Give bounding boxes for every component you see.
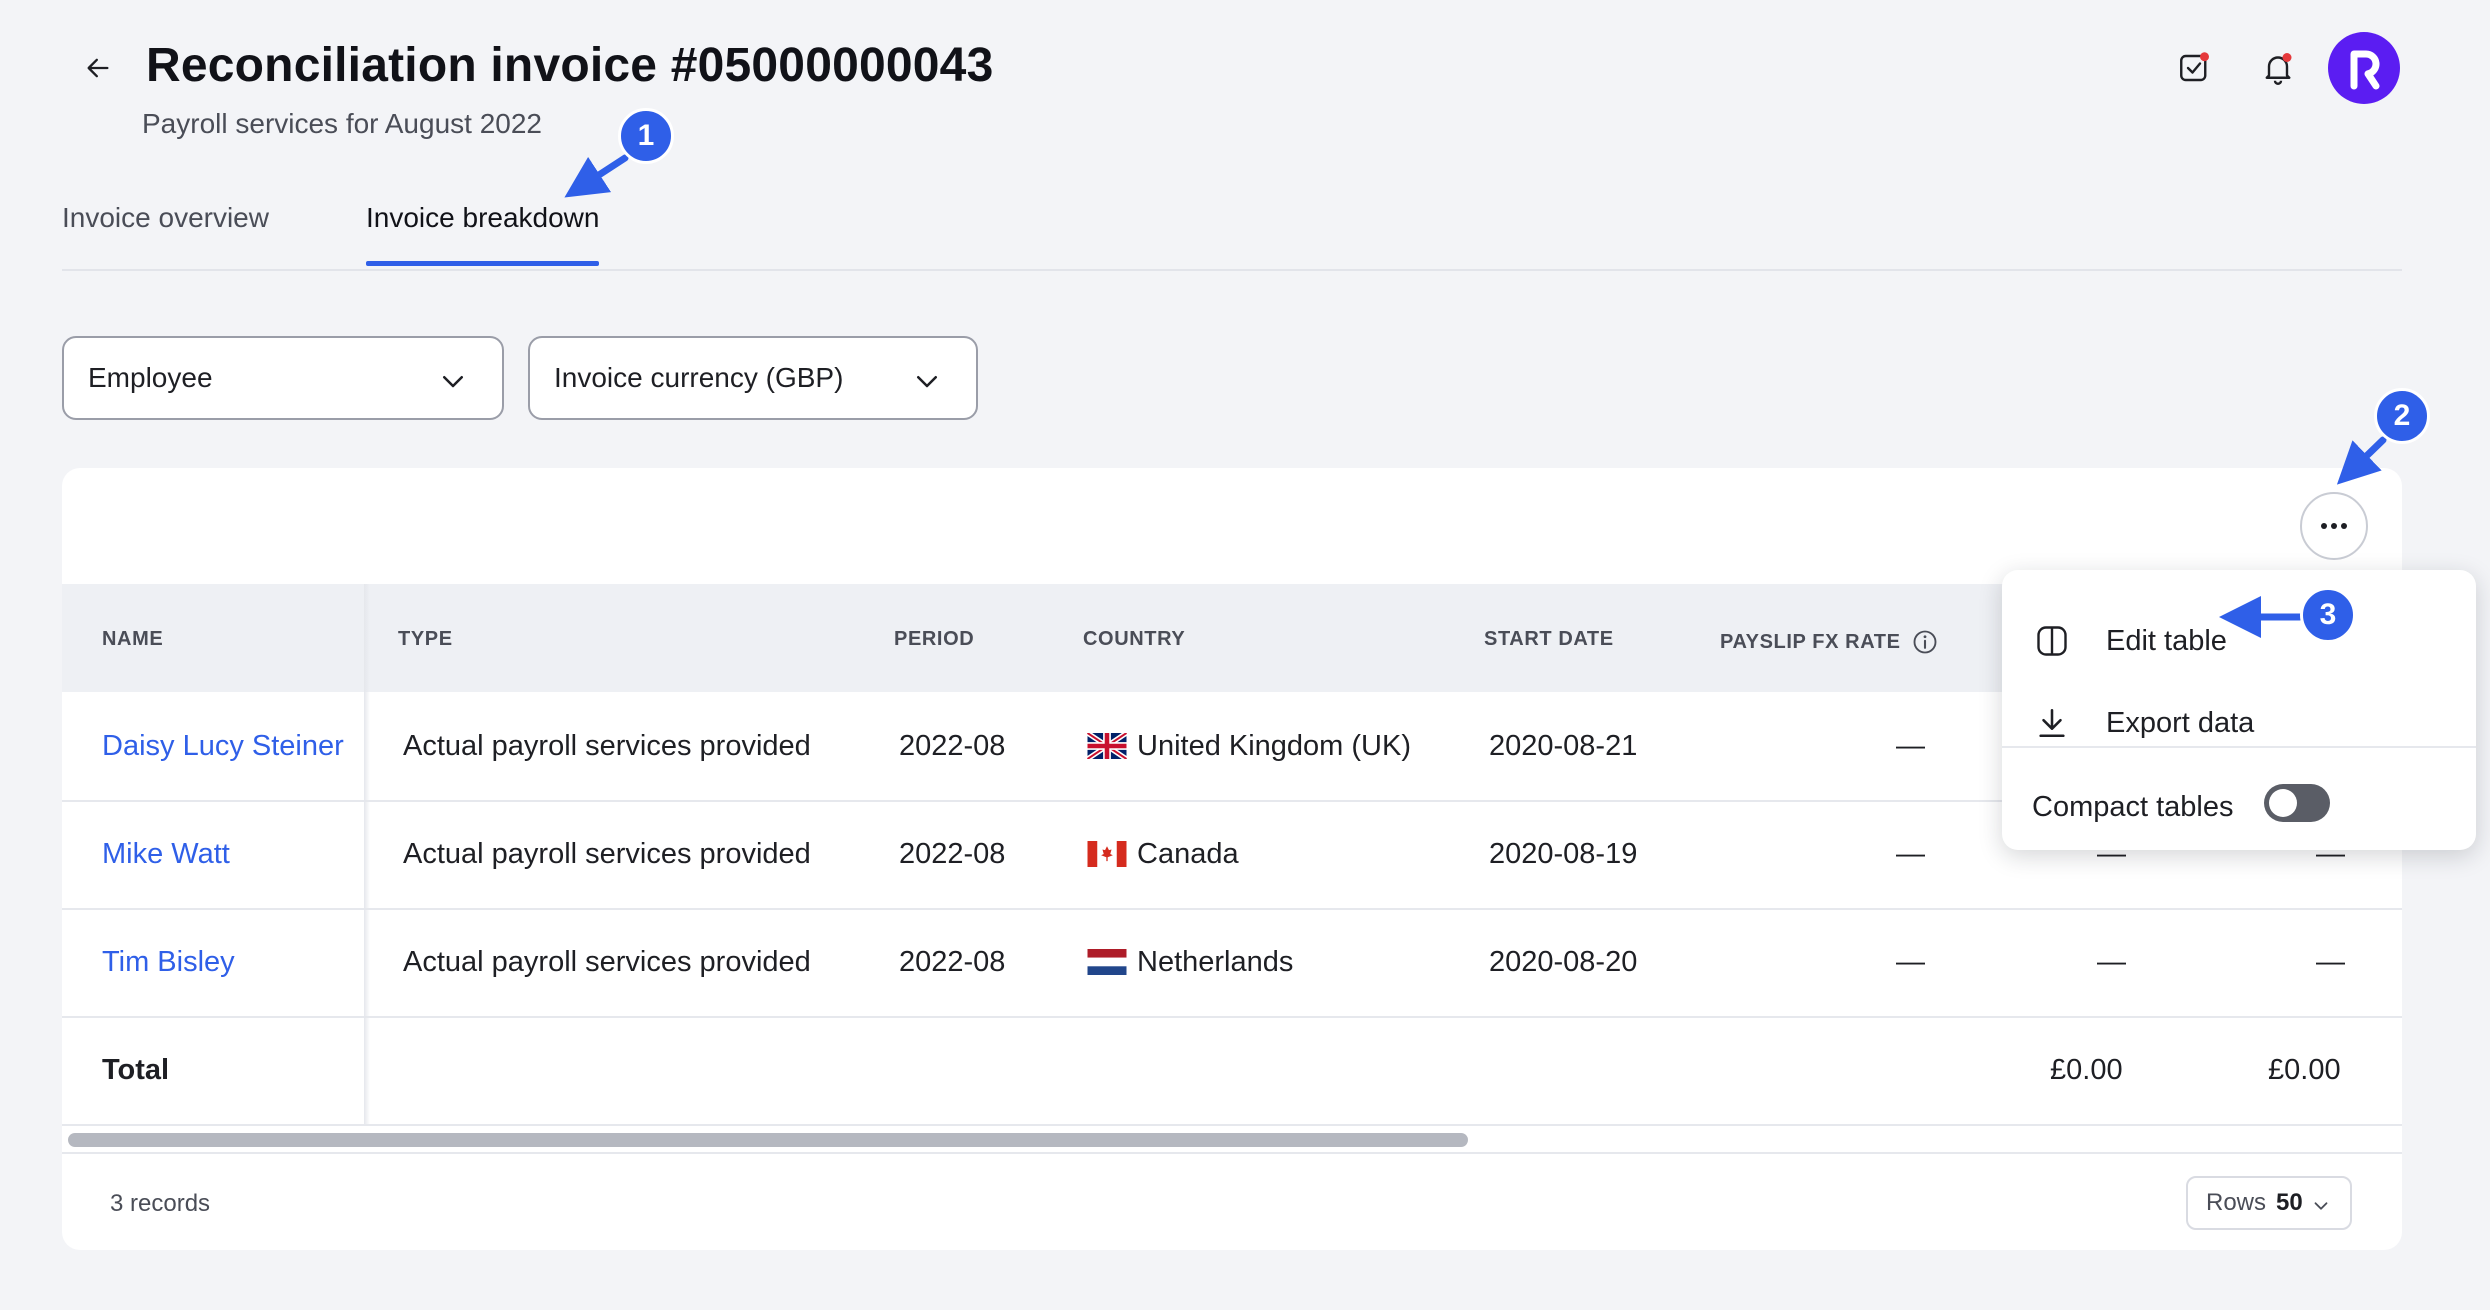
row-divider [62, 1124, 2402, 1126]
arrow-left-icon [87, 58, 109, 78]
country-name: Netherlands [1137, 946, 1294, 978]
tab-invoice-overview[interactable]: Invoice overview [62, 202, 269, 264]
amount-cell: — [2316, 946, 2345, 978]
sticky-column-shadow [364, 584, 370, 1124]
group-by-select[interactable]: Employee [62, 336, 504, 420]
period-cell: 2022-08 [899, 946, 1006, 978]
user-avatar[interactable] [2328, 32, 2400, 104]
total-label: Total [102, 1054, 170, 1086]
remote-logo-icon [2350, 50, 2380, 90]
flag-uk-icon [1087, 733, 1127, 759]
table-options-button[interactable] [2300, 492, 2368, 560]
type-cell: Actual payroll services provided [403, 946, 811, 978]
period-cell: 2022-08 [899, 730, 1006, 762]
start-date-cell: 2020-08-20 [1489, 946, 1638, 978]
row-divider [62, 1016, 2402, 1018]
info-icon[interactable] [1911, 628, 1939, 656]
column-header-country[interactable]: COUNTRY [1083, 628, 1185, 651]
chevron-down-icon [443, 376, 463, 388]
total-amount: £0.00 [2268, 1054, 2341, 1086]
flag-netherlands-icon [1087, 949, 1127, 975]
country-name: Canada [1137, 838, 1239, 870]
menu-divider [2002, 746, 2476, 748]
footer-divider [62, 1152, 2402, 1154]
table-options-menu: Edit table Export data Compact tables [2002, 570, 2476, 850]
country-cell: United Kingdom (UK) [1087, 730, 1411, 763]
edit-table-label: Edit table [2106, 624, 2227, 657]
rows-label: Rows [2206, 1189, 2267, 1216]
notifications-button[interactable] [2256, 46, 2300, 90]
start-date-cell: 2020-08-21 [1489, 730, 1638, 762]
compact-tables-label: Compact tables [2032, 790, 2234, 823]
fx-rate-cell: — [1896, 730, 1925, 762]
download-icon [2039, 708, 2065, 738]
back-button[interactable] [78, 48, 118, 88]
column-header-period[interactable]: PERIOD [894, 628, 974, 651]
chevron-down-icon [917, 376, 937, 388]
page-subtitle: Payroll services for August 2022 [142, 108, 542, 139]
tab-bar: Invoice overview Invoice breakdown [62, 196, 2402, 271]
column-header-payslip-fx-rate[interactable]: PAYSLIP FX RATE [1720, 628, 1939, 656]
edit-table-menu-item[interactable]: Edit table [2032, 616, 2227, 666]
fx-rate-cell: — [1896, 838, 1925, 870]
employee-name-link[interactable]: Tim Bisley [102, 946, 235, 979]
scrollbar-thumb[interactable] [68, 1133, 1468, 1147]
export-data-label: Export data [2106, 706, 2255, 739]
total-amount: £0.00 [2050, 1054, 2123, 1086]
annotation-badge-1: 1 [618, 108, 674, 164]
column-header-label: PAYSLIP FX RATE [1720, 631, 1901, 653]
annotation-badge-2: 2 [2374, 388, 2430, 444]
row-divider [62, 908, 2402, 910]
start-date-cell: 2020-08-19 [1489, 838, 1638, 870]
group-by-value: Employee [88, 362, 213, 393]
employee-name-link[interactable]: Mike Watt [102, 838, 230, 871]
period-cell: 2022-08 [899, 838, 1006, 870]
records-count: 3 records [110, 1190, 211, 1217]
currency-select[interactable]: Invoice currency (GBP) [528, 336, 978, 420]
tab-invoice-breakdown[interactable]: Invoice breakdown [366, 202, 600, 266]
rows-value: 50 [2276, 1189, 2303, 1216]
currency-value: Invoice currency (GBP) [554, 362, 844, 393]
toggle-knob [2269, 789, 2297, 817]
amount-cell: — [2097, 946, 2126, 978]
bell-icon [2265, 53, 2292, 85]
type-cell: Actual payroll services provided [403, 838, 811, 870]
more-horizontal-icon [2321, 523, 2347, 529]
tasks-checkbox-icon [2180, 52, 2209, 82]
column-header-name[interactable]: NAME [102, 628, 163, 651]
column-header-start-date[interactable]: START DATE [1484, 628, 1614, 651]
rows-per-page-select[interactable]: Rows 50 [2186, 1176, 2352, 1230]
chevron-down-icon [2314, 1202, 2328, 1210]
annotation-badge-3: 3 [2300, 587, 2356, 643]
export-data-menu-item[interactable]: Export data [2032, 698, 2254, 748]
fx-rate-cell: — [1896, 946, 1925, 978]
country-cell: Canada [1087, 838, 1239, 871]
country-name: United Kingdom (UK) [1137, 730, 1411, 762]
column-header-type[interactable]: TYPE [398, 628, 453, 651]
columns-icon [2037, 626, 2067, 656]
flag-canada-icon [1087, 841, 1127, 867]
tasks-button[interactable] [2172, 46, 2216, 90]
country-cell: Netherlands [1087, 946, 1293, 979]
compact-tables-toggle[interactable] [2264, 784, 2330, 822]
employee-name-link[interactable]: Daisy Lucy Steiner [102, 730, 344, 763]
page-title: Reconciliation invoice #05000000043 [146, 39, 994, 92]
type-cell: Actual payroll services provided [403, 730, 811, 762]
